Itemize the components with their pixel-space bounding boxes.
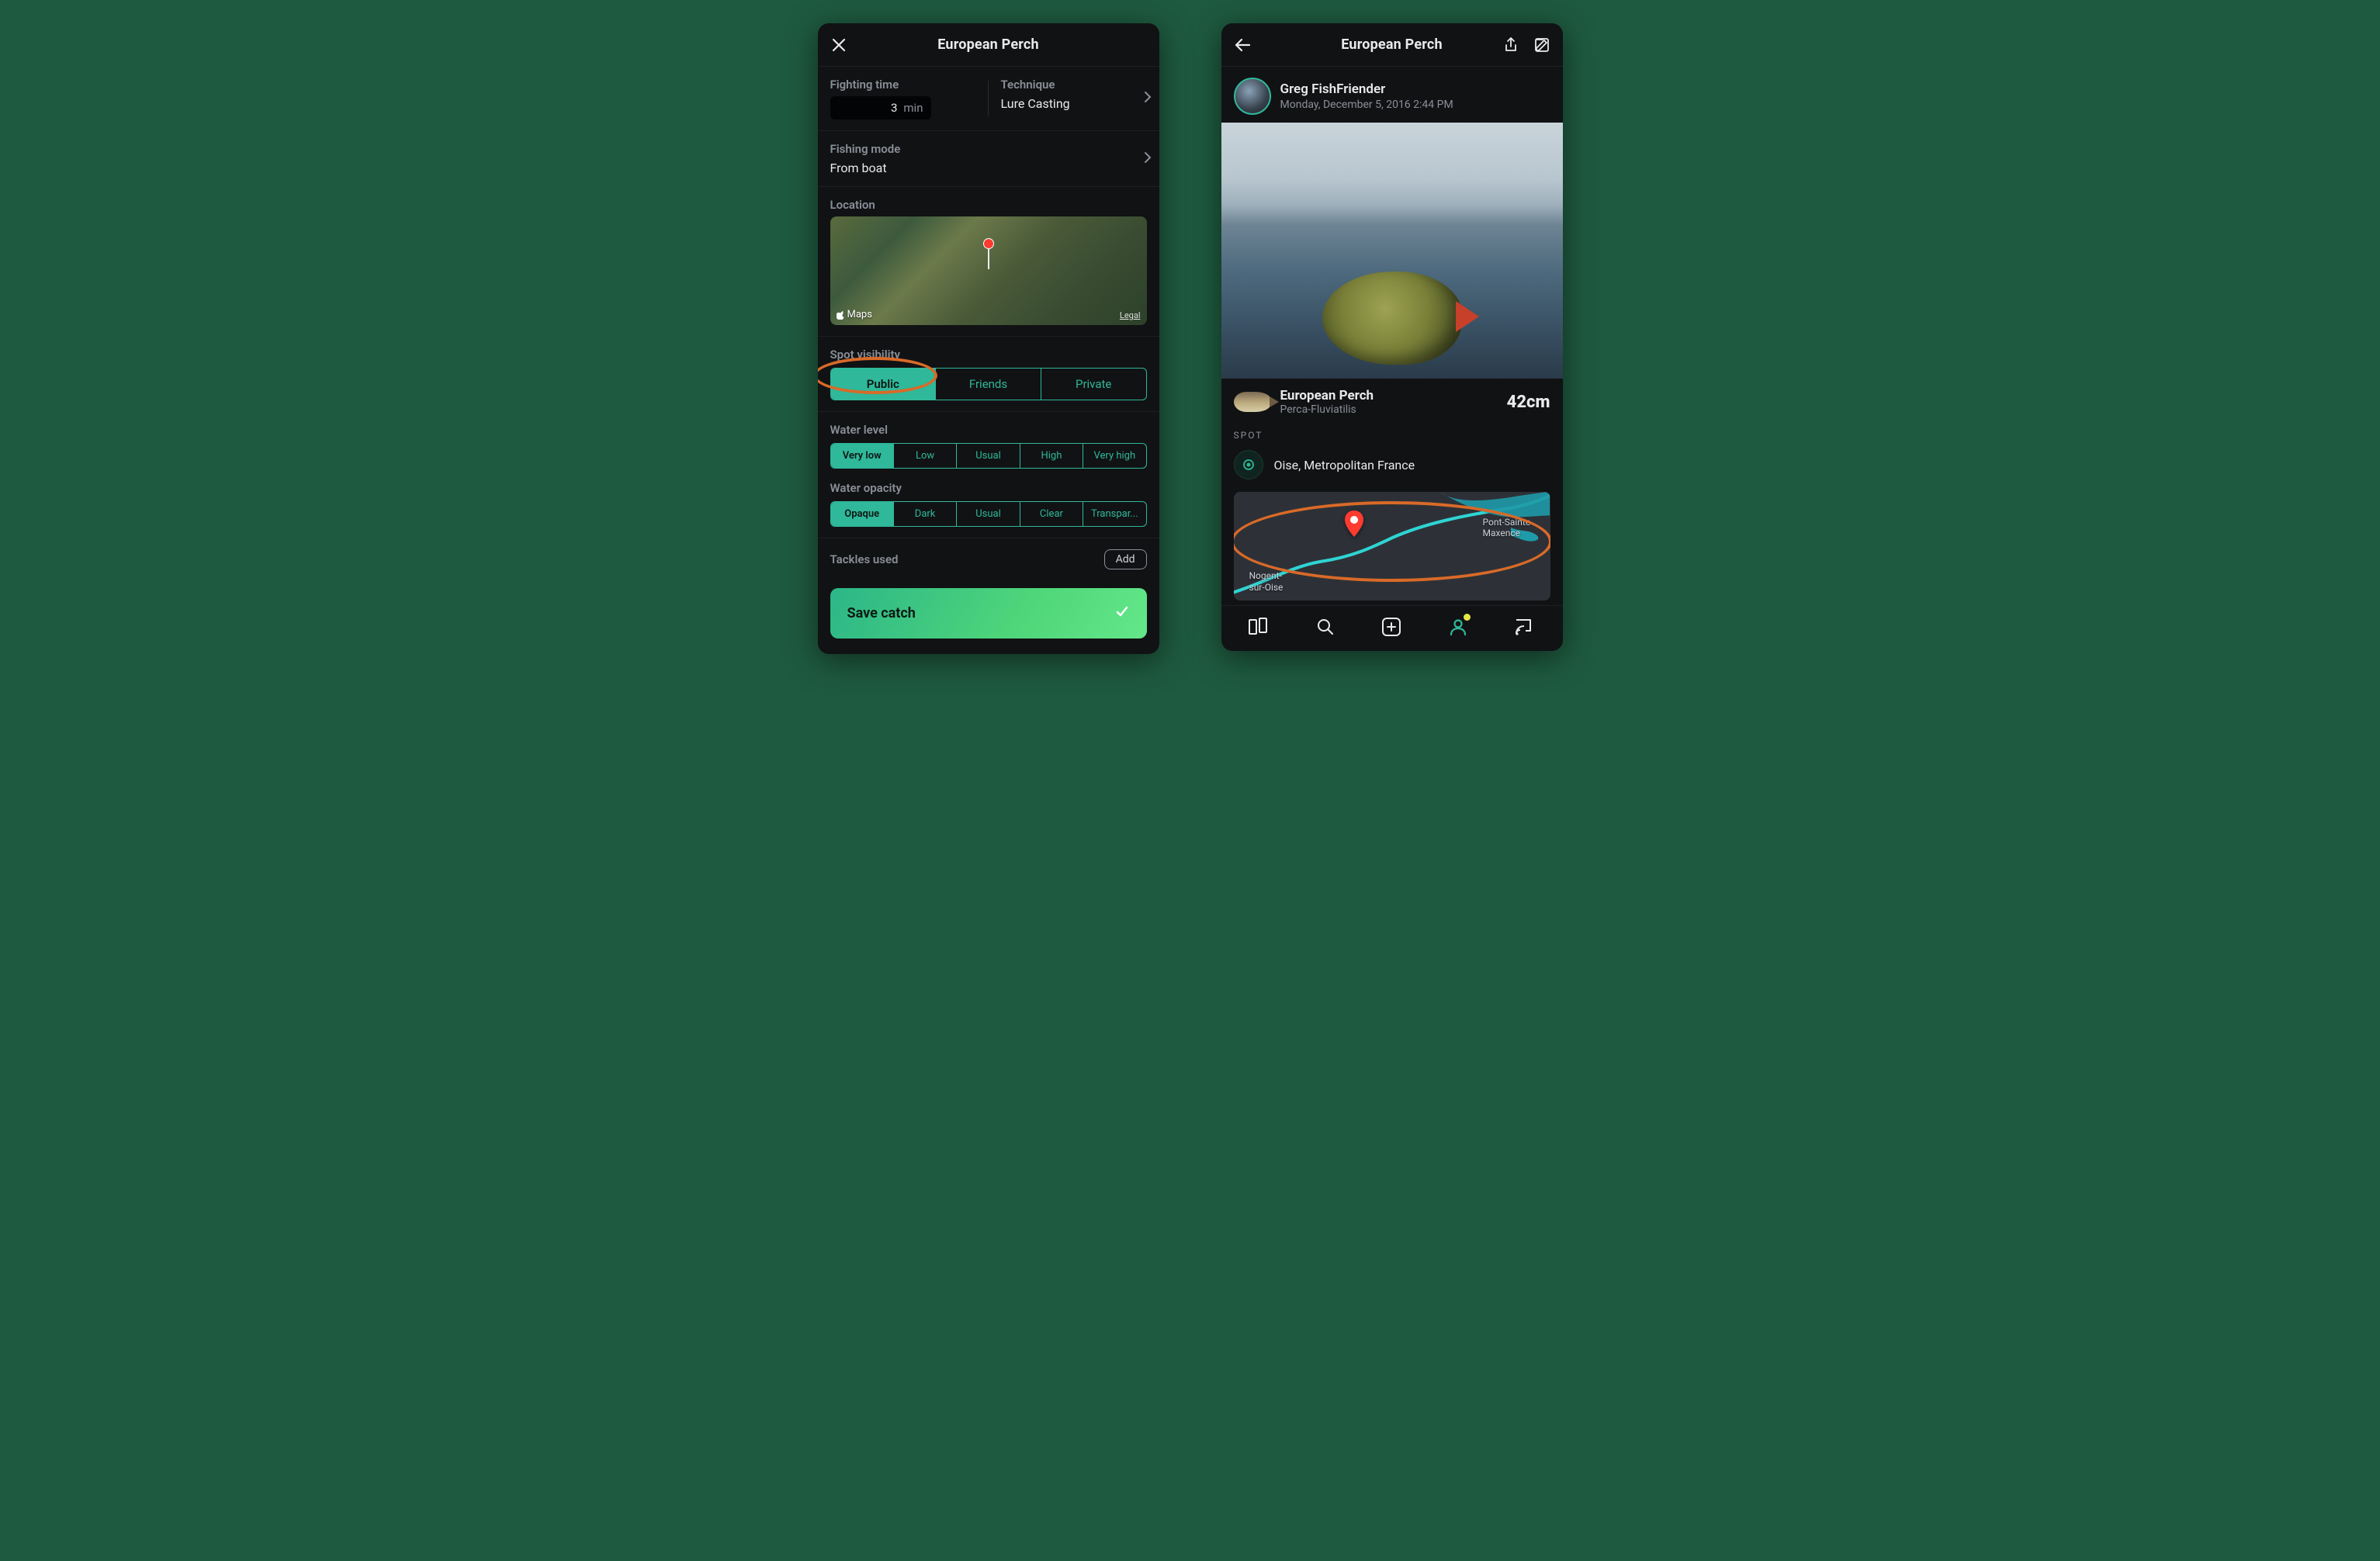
fishing-mode-value: From boat <box>830 161 1147 175</box>
fighting-time-input[interactable]: 3 min <box>830 96 931 119</box>
technique-cell[interactable]: Technique Lure Casting <box>989 67 1159 130</box>
apple-maps-brand: Maps <box>837 309 872 320</box>
fighting-time-label: Fighting time <box>830 78 976 92</box>
header: European Perch <box>1221 23 1563 67</box>
location-pin-icon <box>1234 450 1263 479</box>
location-label: Location <box>830 198 1147 212</box>
close-icon[interactable] <box>829 35 849 55</box>
fighting-time-value: 3 <box>891 101 897 115</box>
location-text: Oise, Metropolitan France <box>1274 458 1415 472</box>
water-level-verylow[interactable]: Very low <box>831 444 894 468</box>
technique-value: Lure Casting <box>1001 96 1147 111</box>
share-icon[interactable] <box>1501 35 1521 55</box>
visibility-private[interactable]: Private <box>1041 369 1146 400</box>
water-opacity-dark[interactable]: Dark <box>894 502 957 526</box>
visibility-friends[interactable]: Friends <box>936 369 1041 400</box>
catch-date: Monday, December 5, 2016 2:44 PM <box>1280 99 1453 111</box>
water-opacity-opaque[interactable]: Opaque <box>831 502 894 526</box>
spot-map-pin-icon <box>1345 511 1363 540</box>
save-catch-button[interactable]: Save catch <box>830 588 1147 639</box>
tackles-row: Tackles used Add <box>818 538 1159 580</box>
water-opacity-transparent[interactable]: Transpar... <box>1083 502 1145 526</box>
nav-cast[interactable] <box>1509 615 1540 639</box>
nav-feed[interactable] <box>1243 615 1274 639</box>
header: European Perch <box>818 23 1159 67</box>
water-opacity-usual[interactable]: Usual <box>957 502 1020 526</box>
spot-visibility-section: Spot visibility Public Friends Private <box>818 337 1159 412</box>
water-level-veryhigh[interactable]: Very high <box>1083 444 1145 468</box>
bottom-nav <box>1221 605 1563 651</box>
avatar <box>1234 78 1271 115</box>
fish-icon <box>1234 392 1271 412</box>
edit-icon[interactable] <box>1532 35 1552 55</box>
save-area: Save catch <box>818 580 1159 654</box>
visibility-public[interactable]: Public <box>831 369 937 400</box>
catch-size: 42cm <box>1507 393 1550 412</box>
fighting-time-unit: min <box>903 101 923 115</box>
nav-profile[interactable] <box>1443 615 1474 639</box>
water-opacity-segmented: Opaque Dark Usual Clear Transpar... <box>830 501 1147 527</box>
spot-map[interactable]: Pont-Sainte- Maxence Nogent- sur-Oise <box>1234 492 1550 601</box>
nav-search[interactable] <box>1310 615 1341 639</box>
map-legal-link[interactable]: Legal <box>1120 310 1141 320</box>
water-section: Water level Very low Low Usual High Very… <box>818 412 1159 538</box>
water-opacity-clear[interactable]: Clear <box>1020 502 1083 526</box>
tackles-label: Tackles used <box>830 552 899 566</box>
notification-dot-icon <box>1464 614 1471 621</box>
page-title: European Perch <box>1341 36 1442 53</box>
page-title: European Perch <box>937 36 1038 53</box>
chevron-right-icon <box>1144 91 1152 106</box>
species-row: European Perch Perca-Fluviatilis 42cm <box>1221 379 1563 425</box>
spot-visibility-segmented: Public Friends Private <box>830 368 1147 400</box>
edit-catch-screen: European Perch Fighting time 3 min Techn… <box>818 23 1159 654</box>
add-tackle-button[interactable]: Add <box>1104 549 1147 569</box>
save-catch-label: Save catch <box>847 605 916 621</box>
fishing-mode-label: Fishing mode <box>830 142 1147 156</box>
row-fight-technique: Fighting time 3 min Technique Lure Casti… <box>818 67 1159 131</box>
technique-label: Technique <box>1001 78 1147 92</box>
water-level-label: Water level <box>830 423 1147 437</box>
fish-illustration <box>1322 272 1462 365</box>
location-row[interactable]: Oise, Metropolitan France <box>1221 442 1563 492</box>
catch-photo[interactable] <box>1221 123 1563 379</box>
water-level-high[interactable]: High <box>1020 444 1083 468</box>
map-label-a: Pont-Sainte- Maxence <box>1482 517 1533 539</box>
water-level-segmented: Very low Low Usual High Very high <box>830 443 1147 469</box>
author-row[interactable]: Greg FishFriender Monday, December 5, 20… <box>1221 67 1563 123</box>
nav-add[interactable] <box>1376 615 1407 639</box>
back-icon[interactable] <box>1232 35 1252 55</box>
chevron-right-icon <box>1144 151 1152 167</box>
spot-section-label: SPOT <box>1221 425 1563 442</box>
species-latin: Perca-Fluviatilis <box>1280 403 1374 416</box>
water-opacity-label: Water opacity <box>830 481 1147 495</box>
map-pin-icon <box>983 238 994 269</box>
location-section: Location Maps Legal <box>818 187 1159 337</box>
spot-visibility-label: Spot visibility <box>830 348 1147 362</box>
catch-detail-screen: European Perch Greg FishFriender Monday,… <box>1221 23 1563 651</box>
fishing-mode-cell[interactable]: Fishing mode From boat <box>818 131 1159 187</box>
species-name: European Perch <box>1280 388 1374 403</box>
location-map[interactable]: Maps Legal <box>830 216 1147 325</box>
fighting-time-cell[interactable]: Fighting time 3 min <box>818 67 989 130</box>
water-level-low[interactable]: Low <box>894 444 957 468</box>
author-name: Greg FishFriender <box>1280 81 1453 97</box>
checkmark-icon <box>1114 604 1130 623</box>
map-label-b: Nogent- sur-Oise <box>1249 570 1284 593</box>
water-level-usual[interactable]: Usual <box>957 444 1020 468</box>
